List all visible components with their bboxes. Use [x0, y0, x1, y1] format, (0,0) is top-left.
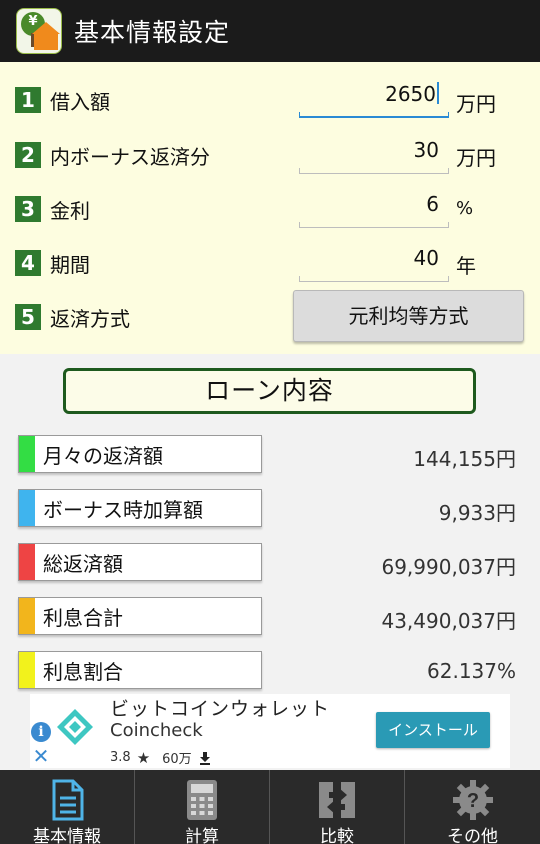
total-repayment-value: 69,990,037円 — [381, 555, 516, 579]
loan-content-title: ローン内容 — [63, 368, 476, 414]
nav-item-other[interactable]: ? その他 — [405, 770, 540, 844]
result-label-box: ボーナス時加算額 — [18, 489, 262, 527]
settings-panel: 1 借入額 2650 万円 2 内ボーナス返済分 30 万円 3 金利 6 % … — [0, 62, 540, 354]
number-badge: 4 — [15, 250, 41, 276]
bonus-addition-label: ボーナス時加算額 — [43, 498, 203, 522]
setting-row-repayment-method: 5 返済方式 元利均等方式 — [0, 288, 540, 342]
result-label-box: 利息割合 — [18, 651, 262, 689]
setting-row-interest-rate: 3 金利 6 % — [0, 180, 540, 234]
ad-title: ビットコインウォレット — [110, 698, 331, 720]
svg-text:?: ? — [466, 790, 478, 812]
color-indicator — [19, 652, 35, 688]
nav-label: 基本情報 — [33, 827, 101, 844]
ad-meta: 3.8 ★ 60万 — [110, 748, 212, 767]
ad-brand: Coincheck — [110, 720, 203, 741]
nav-item-calculate[interactable]: 計算 — [135, 770, 270, 844]
result-row-total-interest: 利息合計 43,490,037円 — [0, 597, 540, 637]
ad-downloads: 60万 — [162, 752, 192, 767]
nav-label: 計算 — [185, 827, 219, 844]
bonus-repayment-value: 30 — [413, 138, 439, 162]
app-logo-icon: ¥ — [16, 8, 62, 54]
total-repayment-label: 総返済額 — [43, 552, 123, 576]
number-badge: 5 — [15, 304, 41, 330]
app-bar: ¥ 基本情報設定 — [0, 0, 540, 62]
monthly-payment-value: 144,155円 — [413, 447, 516, 471]
document-icon — [52, 779, 84, 821]
interest-rate-value: 6 — [426, 192, 439, 216]
loan-amount-unit: 万円 — [456, 92, 496, 116]
interest-rate-label: 金利 — [50, 199, 90, 223]
monthly-payment-label: 月々の返済額 — [43, 444, 163, 468]
interest-ratio-value: 62.137% — [427, 659, 516, 683]
number-badge: 1 — [15, 87, 41, 113]
result-label-box: 月々の返済額 — [18, 435, 262, 473]
bonus-repayment-label: 内ボーナス返済分 — [50, 145, 210, 169]
nav-item-basic-info[interactable]: 基本情報 — [0, 770, 135, 844]
bonus-repayment-unit: 万円 — [456, 146, 496, 170]
loan-amount-value: 2650 — [385, 82, 436, 106]
color-indicator — [19, 436, 35, 472]
total-interest-value: 43,490,037円 — [381, 609, 516, 633]
color-indicator — [19, 490, 35, 526]
gear-question-icon: ? — [452, 780, 493, 820]
total-interest-label: 利息合計 — [43, 606, 123, 630]
download-icon — [199, 751, 210, 765]
period-input[interactable]: 40 — [299, 242, 449, 282]
nav-item-compare[interactable]: 比較 — [270, 770, 405, 844]
period-unit: 年 — [456, 254, 476, 278]
repayment-method-label: 返済方式 — [50, 307, 130, 331]
ad-rating: 3.8 — [110, 750, 131, 765]
compare-icon — [319, 782, 355, 818]
coincheck-logo-icon — [57, 709, 93, 745]
result-row-total-repayment: 総返済額 69,990,037円 — [0, 543, 540, 583]
result-label-box: 利息合計 — [18, 597, 262, 635]
star-icon: ★ — [136, 748, 151, 767]
text-cursor — [437, 82, 439, 104]
number-badge: 2 — [15, 142, 41, 168]
page-title: 基本情報設定 — [74, 18, 231, 47]
setting-row-period: 4 期間 40 年 — [0, 234, 540, 288]
color-indicator — [19, 544, 35, 580]
interest-rate-input[interactable]: 6 — [299, 188, 449, 228]
setting-row-loan-amount: 1 借入額 2650 万円 — [0, 72, 540, 126]
loan-amount-input[interactable]: 2650 — [299, 78, 449, 118]
result-row-bonus-addition: ボーナス時加算額 9,933円 — [0, 489, 540, 529]
period-value: 40 — [413, 246, 439, 270]
loan-amount-label: 借入額 — [50, 90, 110, 114]
result-label-box: 総返済額 — [18, 543, 262, 581]
period-label: 期間 — [50, 253, 90, 277]
interest-ratio-label: 利息割合 — [43, 660, 123, 684]
repayment-method-button[interactable]: 元利均等方式 — [293, 290, 524, 342]
ad-close-icon[interactable]: ✕ — [31, 746, 51, 766]
interest-rate-unit: % — [456, 198, 474, 219]
bonus-repayment-input[interactable]: 30 — [299, 134, 449, 174]
ad-info-icon[interactable]: i — [31, 722, 51, 742]
number-badge: 3 — [15, 196, 41, 222]
calculator-icon — [187, 780, 217, 820]
nav-label: その他 — [447, 827, 498, 844]
result-row-interest-ratio: 利息割合 62.137% — [0, 651, 540, 691]
bottom-navigation: 基本情報 計算 比較 ? その他 — [0, 770, 540, 844]
bonus-addition-value: 9,933円 — [438, 501, 516, 525]
ad-banner[interactable]: i ✕ ビットコインウォレット Coincheck 3.8 ★ 60万 インスト… — [30, 694, 510, 768]
ad-install-button[interactable]: インストール — [376, 712, 490, 748]
setting-row-bonus-repayment: 2 内ボーナス返済分 30 万円 — [0, 126, 540, 180]
result-row-monthly-payment: 月々の返済額 144,155円 — [0, 435, 540, 475]
nav-label: 比較 — [320, 827, 354, 844]
color-indicator — [19, 598, 35, 634]
